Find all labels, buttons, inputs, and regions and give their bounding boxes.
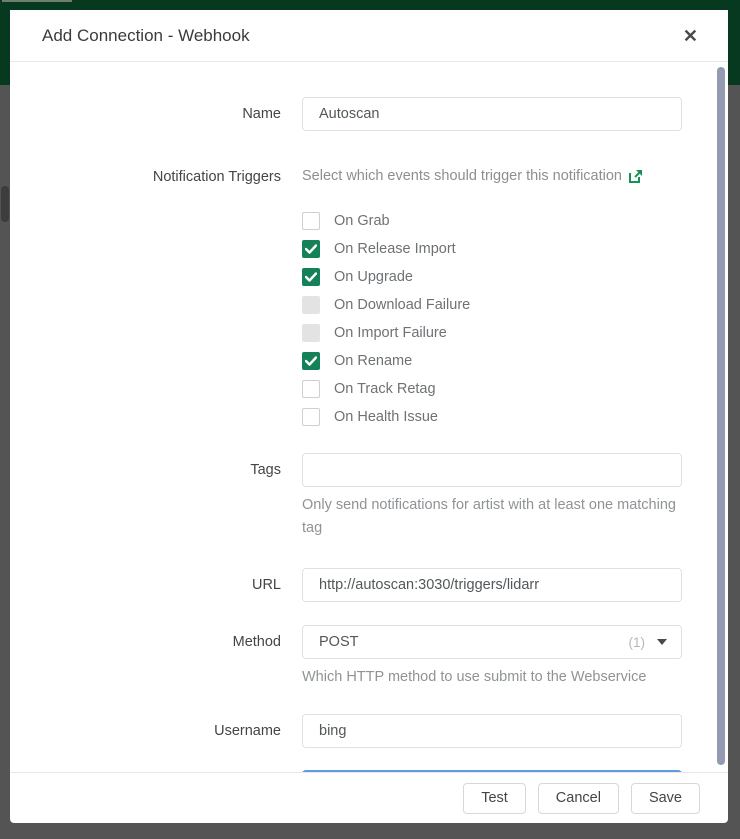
tags-help-text: Only send notifications for artist with … bbox=[302, 494, 682, 540]
triggers-checkbox-list: On Grab On Release Import On Upgrade On … bbox=[302, 207, 682, 431]
checkbox-label: On Import Failure bbox=[334, 325, 447, 341]
chevron-down-icon bbox=[657, 639, 667, 645]
checkbox-label: On Release Import bbox=[334, 241, 456, 257]
method-selected-value: POST bbox=[319, 634, 629, 650]
checkbox-icon bbox=[302, 380, 320, 398]
password-label: Password bbox=[10, 770, 302, 772]
triggers-helper-text: Select which events should trigger this … bbox=[302, 168, 622, 184]
modal-scrollbar[interactable] bbox=[717, 67, 725, 765]
checkbox-icon bbox=[302, 296, 320, 314]
save-button[interactable]: Save bbox=[631, 783, 700, 814]
modal-footer: Test Cancel Save bbox=[10, 772, 728, 823]
checkbox-icon bbox=[302, 212, 320, 230]
test-button[interactable]: Test bbox=[463, 783, 526, 814]
username-row: Username bbox=[10, 714, 728, 748]
dimmed-loading-bar bbox=[2, 0, 72, 2]
checkbox-icon bbox=[302, 324, 320, 342]
checkbox-label: On Download Failure bbox=[334, 297, 470, 313]
checkbox-on-grab[interactable]: On Grab bbox=[302, 207, 682, 235]
checkbox-label: On Rename bbox=[334, 353, 412, 369]
checkbox-on-upgrade[interactable]: On Upgrade bbox=[302, 263, 682, 291]
url-row: URL bbox=[10, 568, 728, 602]
password-row: Password bbox=[10, 770, 728, 772]
method-count-badge: (1) bbox=[629, 635, 646, 650]
name-row: Name bbox=[10, 97, 728, 131]
checkbox-label: On Grab bbox=[334, 213, 390, 229]
checkbox-icon bbox=[302, 352, 320, 370]
checkbox-on-track-retag[interactable]: On Track Retag bbox=[302, 375, 682, 403]
add-connection-webhook-modal: Add Connection - Webhook ✕ Name Notifica… bbox=[10, 10, 728, 823]
method-select[interactable]: POST (1) bbox=[302, 625, 682, 659]
checkbox-on-release-import[interactable]: On Release Import bbox=[302, 235, 682, 263]
tags-row: Tags Only send notifications for artist … bbox=[10, 453, 728, 540]
modal-header: Add Connection - Webhook ✕ bbox=[10, 10, 728, 62]
url-label: URL bbox=[10, 568, 302, 594]
tags-input[interactable] bbox=[302, 453, 682, 487]
checkbox-label: On Track Retag bbox=[334, 381, 436, 397]
checkbox-icon bbox=[302, 268, 320, 286]
method-row: Method POST (1) Which HTTP method to use… bbox=[10, 625, 728, 689]
password-input[interactable] bbox=[302, 770, 682, 772]
triggers-helper: Select which events should trigger this … bbox=[302, 160, 682, 184]
checkbox-icon bbox=[302, 408, 320, 426]
url-input[interactable] bbox=[302, 568, 682, 602]
close-icon[interactable]: ✕ bbox=[679, 23, 702, 49]
tags-label: Tags bbox=[10, 453, 302, 479]
method-label: Method bbox=[10, 625, 302, 651]
dimmed-background-scroll-thumb bbox=[1, 186, 9, 222]
checkbox-on-import-failure: On Import Failure bbox=[302, 319, 682, 347]
checkbox-label: On Upgrade bbox=[334, 269, 413, 285]
checkbox-on-download-failure: On Download Failure bbox=[302, 291, 682, 319]
checkbox-on-rename[interactable]: On Rename bbox=[302, 347, 682, 375]
method-help-text: Which HTTP method to use submit to the W… bbox=[302, 666, 682, 689]
username-label: Username bbox=[10, 714, 302, 740]
checkbox-on-health-issue[interactable]: On Health Issue bbox=[302, 403, 682, 431]
checkbox-label: On Health Issue bbox=[334, 409, 438, 425]
modal-title: Add Connection - Webhook bbox=[42, 26, 679, 46]
username-input[interactable] bbox=[302, 714, 682, 748]
cancel-button[interactable]: Cancel bbox=[538, 783, 619, 814]
external-link-icon[interactable] bbox=[629, 169, 643, 183]
triggers-row: Notification Triggers Select which event… bbox=[10, 160, 728, 431]
triggers-label: Notification Triggers bbox=[10, 160, 302, 186]
checkbox-icon bbox=[302, 240, 320, 258]
name-label: Name bbox=[10, 97, 302, 123]
modal-body: Name Notification Triggers Select which … bbox=[10, 62, 728, 772]
name-input[interactable] bbox=[302, 97, 682, 131]
